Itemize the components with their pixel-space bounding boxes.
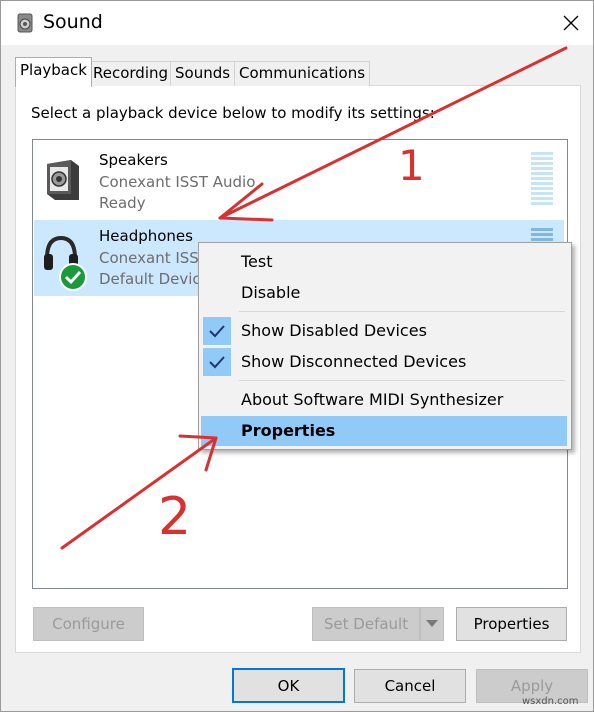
chevron-down-icon: [426, 620, 438, 627]
default-check-icon: [59, 263, 87, 291]
configure-button[interactable]: Configure: [33, 607, 144, 641]
menu-item-label: Show Disconnected Devices: [241, 352, 467, 371]
volume-meter: [531, 228, 553, 243]
device-status: Default Device: [99, 270, 210, 288]
sound-app-icon: [17, 13, 33, 33]
check-icon: [203, 317, 231, 345]
menu-item-test[interactable]: Test: [201, 247, 567, 277]
volume-meter: [531, 152, 553, 207]
tab-sounds[interactable]: Sounds: [170, 61, 236, 86]
menu-separator: [239, 380, 565, 381]
window-title: Sound: [43, 11, 103, 33]
tab-playback[interactable]: Playback: [15, 57, 92, 87]
menu-item-label: About Software MIDI Synthesizer: [241, 390, 504, 409]
set-default-button[interactable]: Set Default: [312, 607, 420, 641]
close-button[interactable]: [553, 7, 589, 39]
device-name: Speakers: [99, 151, 168, 169]
watermark: wsxdn.com: [522, 696, 579, 707]
properties-button[interactable]: Properties: [456, 607, 567, 641]
menu-item-label: Properties: [241, 421, 336, 440]
check-icon: [203, 348, 231, 376]
tab-recording[interactable]: Recording: [88, 61, 174, 86]
device-status: Ready: [99, 194, 146, 212]
menu-item-about-midi[interactable]: About Software MIDI Synthesizer: [201, 385, 567, 415]
context-menu: Test Disable Show Disabled Devices Show …: [198, 242, 572, 450]
title-bar: Sound: [1, 1, 593, 45]
ok-button[interactable]: OK: [232, 668, 345, 703]
menu-item-show-disconnected[interactable]: Show Disconnected Devices: [201, 347, 567, 377]
close-icon: [563, 15, 579, 31]
menu-item-label: Test: [241, 252, 273, 271]
menu-item-label: Disable: [241, 283, 301, 302]
menu-item-show-disabled[interactable]: Show Disabled Devices: [201, 316, 567, 346]
menu-item-properties[interactable]: Properties: [201, 416, 567, 446]
device-name: Headphones: [99, 227, 193, 245]
cancel-button[interactable]: Cancel: [354, 669, 466, 703]
tab-communications[interactable]: Communications: [234, 61, 371, 86]
device-driver: Conexant ISST Audio: [99, 173, 256, 191]
device-item-speakers[interactable]: Speakers Conexant ISST Audio Ready: [34, 144, 564, 220]
speaker-icon: [47, 160, 79, 200]
menu-separator: [239, 311, 565, 312]
menu-item-label: Show Disabled Devices: [241, 321, 427, 340]
set-default-dropdown[interactable]: [420, 607, 444, 641]
instructions-text: Select a playback device below to modify…: [31, 104, 435, 122]
menu-item-disable[interactable]: Disable: [201, 278, 567, 308]
